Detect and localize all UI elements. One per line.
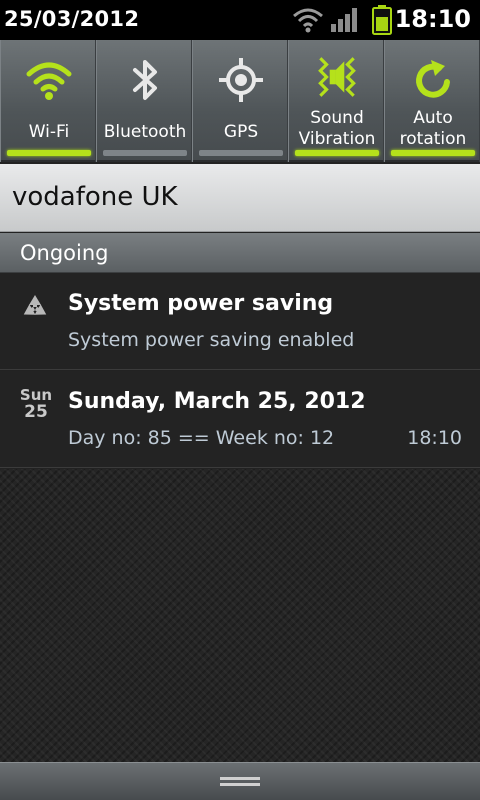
notification-title: Sunday, March 25, 2012	[68, 389, 366, 414]
calendar-icon-day: Sun	[19, 386, 53, 404]
carrier-name: vodafone UK	[12, 182, 178, 212]
status-date: 25/03/2012	[4, 7, 140, 31]
wifi-icon	[26, 62, 72, 100]
toggle-sound-vibration[interactable]: Sound Vibration	[288, 40, 384, 162]
toggle-rotation-label: rotation	[399, 129, 467, 149]
toggle-gps-indicator	[199, 150, 283, 156]
toggle-vibration-label: Vibration	[298, 129, 376, 149]
toggle-bluetooth-label: Bluetooth	[103, 122, 187, 142]
notification-title: System power saving	[68, 291, 334, 316]
notification-background	[0, 469, 480, 762]
carrier-bar: vodafone UK	[0, 164, 480, 232]
toggle-sound-indicator	[295, 150, 379, 156]
toggle-gps-label: GPS	[223, 122, 259, 142]
toggle-auto-rotation-indicator	[391, 150, 475, 156]
notification-time: 18:10	[407, 427, 462, 449]
gps-icon	[219, 58, 263, 102]
notification-text: System power saving enabled	[68, 329, 355, 351]
toggle-sound-label: Sound	[310, 108, 364, 128]
bluetooth-icon	[133, 60, 157, 100]
toggle-bluetooth-indicator	[103, 150, 187, 156]
quick-settings-panel: Wi-Fi Bluetooth GPS Sound Vibration Auto…	[0, 40, 480, 162]
auto-rotation-icon	[416, 60, 450, 98]
sound-vibration-icon	[318, 57, 356, 97]
drawer-handle[interactable]	[0, 762, 480, 800]
toggle-auto-rotation[interactable]: Auto rotation	[384, 40, 480, 162]
calendar-icon: Sun 25	[18, 387, 54, 421]
toggle-wifi-label: Wi-Fi	[28, 122, 70, 142]
toggle-gps[interactable]: GPS	[192, 40, 288, 162]
toggle-wifi-indicator	[7, 150, 91, 156]
battery-icon	[372, 5, 392, 35]
signal-icon	[331, 8, 357, 32]
ongoing-label: Ongoing	[20, 241, 109, 265]
calendar-icon-date: 25	[24, 402, 48, 422]
ongoing-section-header: Ongoing	[0, 233, 480, 273]
status-bar: 25/03/2012 18:10	[0, 0, 480, 40]
status-time: 18:10	[394, 5, 471, 33]
notification-screen: 25/03/2012 18:10 Wi-Fi Bluetooth GPS Sou…	[0, 0, 480, 800]
toggle-bluetooth[interactable]: Bluetooth	[96, 40, 192, 162]
recycle-icon	[23, 295, 47, 315]
grip-icon	[220, 777, 260, 786]
toggle-wifi[interactable]: Wi-Fi	[0, 40, 96, 162]
wifi-icon	[293, 8, 323, 33]
notification-text: Day no: 85 == Week no: 12	[68, 427, 335, 449]
notification-date[interactable]: Sun 25 Sunday, March 25, 2012 Day no: 85…	[0, 371, 480, 468]
notification-power-saving[interactable]: System power saving System power saving …	[0, 273, 480, 370]
toggle-auto-label: Auto	[413, 108, 453, 128]
